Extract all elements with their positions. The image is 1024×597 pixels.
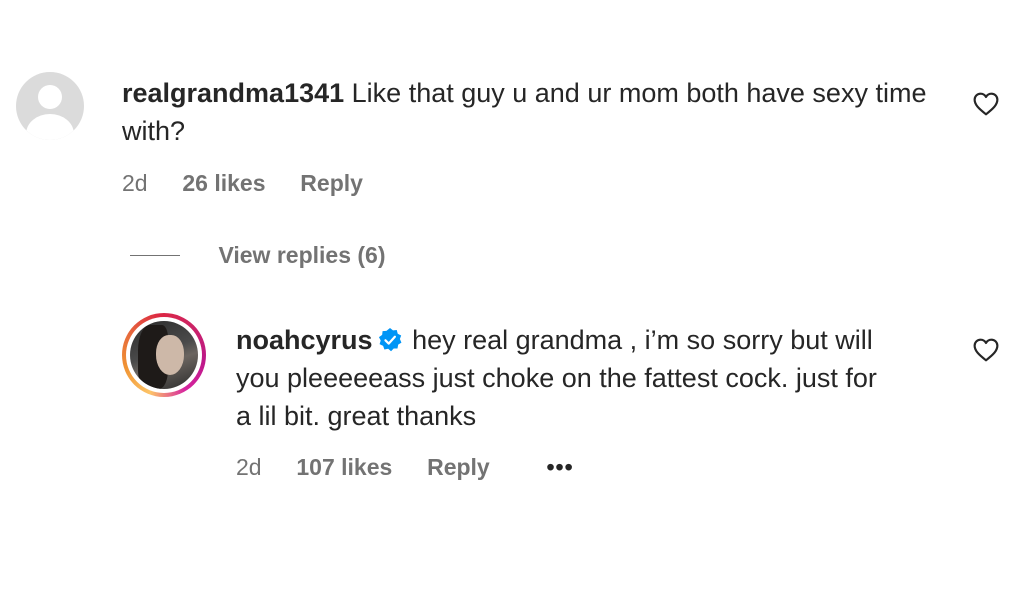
comment-meta: 2d 26 likes Reply	[122, 168, 363, 198]
reply-text-line2: you pleeeeeass just choke on the fattest…	[236, 363, 877, 393]
comment-likes[interactable]: 26 likes	[182, 168, 265, 198]
reply-username[interactable]: noahcyrus	[236, 325, 373, 355]
reply-likes[interactable]: 107 likes	[296, 452, 392, 482]
reply-button[interactable]: Reply	[427, 452, 490, 482]
verified-badge-icon	[378, 327, 401, 352]
comment-username[interactable]: realgrandma1341	[122, 78, 344, 108]
heart-outline-icon[interactable]	[973, 92, 999, 116]
reply-body: noahcyrus hey real grandma , i’m so sorr…	[236, 321, 956, 359]
avatar-face-shape	[156, 335, 184, 375]
reply-text-line3: a lil bit. great thanks	[236, 401, 477, 431]
reply-text-line1: hey real grandma , i’m so sorry but will	[412, 325, 873, 355]
view-replies-divider	[130, 254, 180, 256]
comment-body: realgrandma1341 Like that guy u and ur m…	[122, 74, 942, 150]
avatar-head-shape	[38, 85, 62, 109]
avatar-shoulders-shape	[26, 114, 74, 140]
avatar-photo	[130, 321, 198, 389]
view-replies-toggle[interactable]: View replies (6)	[130, 240, 386, 270]
story-avatar[interactable]	[122, 313, 206, 397]
more-options-icon[interactable]: •••	[547, 452, 574, 482]
view-replies-label[interactable]: View replies (6)	[218, 240, 385, 270]
default-avatar-icon[interactable]	[16, 72, 84, 140]
reply-meta: 2d 107 likes Reply •••	[236, 452, 574, 482]
reply-time[interactable]: 2d	[236, 452, 262, 482]
heart-outline-icon[interactable]	[973, 338, 999, 362]
comment-time[interactable]: 2d	[122, 168, 148, 198]
reply-button[interactable]: Reply	[300, 168, 363, 198]
